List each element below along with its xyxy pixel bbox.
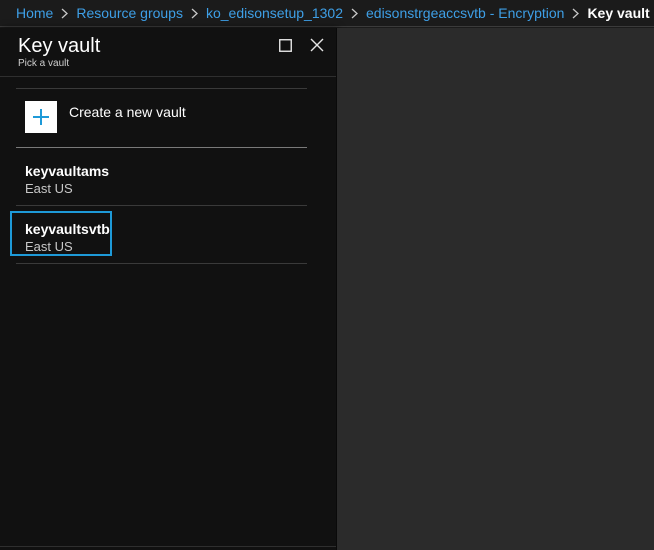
list-item-selected[interactable]: keyvaultsvtb East US bbox=[10, 206, 307, 264]
vault-name: keyvaultams bbox=[25, 163, 110, 179]
empty-canvas bbox=[337, 28, 654, 550]
chevron-right-icon bbox=[351, 8, 358, 19]
breadcrumb-storage-encryption[interactable]: edisonstrgeaccsvtb - Encryption bbox=[366, 5, 564, 21]
close-button[interactable] bbox=[306, 36, 328, 54]
blade-header: Key vault Pick a vault bbox=[18, 35, 100, 69]
vault-name: keyvaultsvtb bbox=[25, 221, 110, 237]
vault-list: Create a new vault keyvaultams East US k… bbox=[10, 88, 307, 264]
breadcrumb-current: Key vault bbox=[587, 5, 650, 21]
key-vault-blade: Key vault Pick a vault Create a new vaul… bbox=[0, 28, 337, 550]
breadcrumb: Home Resource groups ko_edisonsetup_1302… bbox=[0, 0, 654, 27]
blade-controls bbox=[274, 36, 328, 54]
breadcrumb-resource-groups[interactable]: Resource groups bbox=[76, 5, 183, 21]
chevron-right-icon bbox=[572, 8, 580, 19]
header-divider bbox=[0, 76, 336, 77]
list-item[interactable]: keyvaultams East US bbox=[16, 148, 307, 206]
close-icon bbox=[310, 38, 324, 52]
square-icon bbox=[278, 38, 292, 52]
breadcrumb-resource-group[interactable]: ko_edisonsetup_1302 bbox=[206, 5, 343, 21]
plus-icon bbox=[25, 101, 57, 133]
maximize-button[interactable] bbox=[274, 36, 296, 54]
create-vault-button[interactable]: Create a new vault bbox=[16, 88, 307, 148]
blade-title: Key vault bbox=[18, 35, 101, 57]
create-vault-label: Create a new vault bbox=[69, 104, 186, 120]
breadcrumb-home[interactable]: Home bbox=[16, 5, 53, 21]
blade-subtitle: Pick a vault bbox=[18, 58, 70, 69]
chevron-right-icon bbox=[61, 8, 69, 19]
chevron-right-icon bbox=[191, 8, 198, 19]
vault-location: East US bbox=[25, 239, 73, 254]
bottom-divider bbox=[0, 546, 336, 547]
vault-location: East US bbox=[25, 181, 73, 196]
